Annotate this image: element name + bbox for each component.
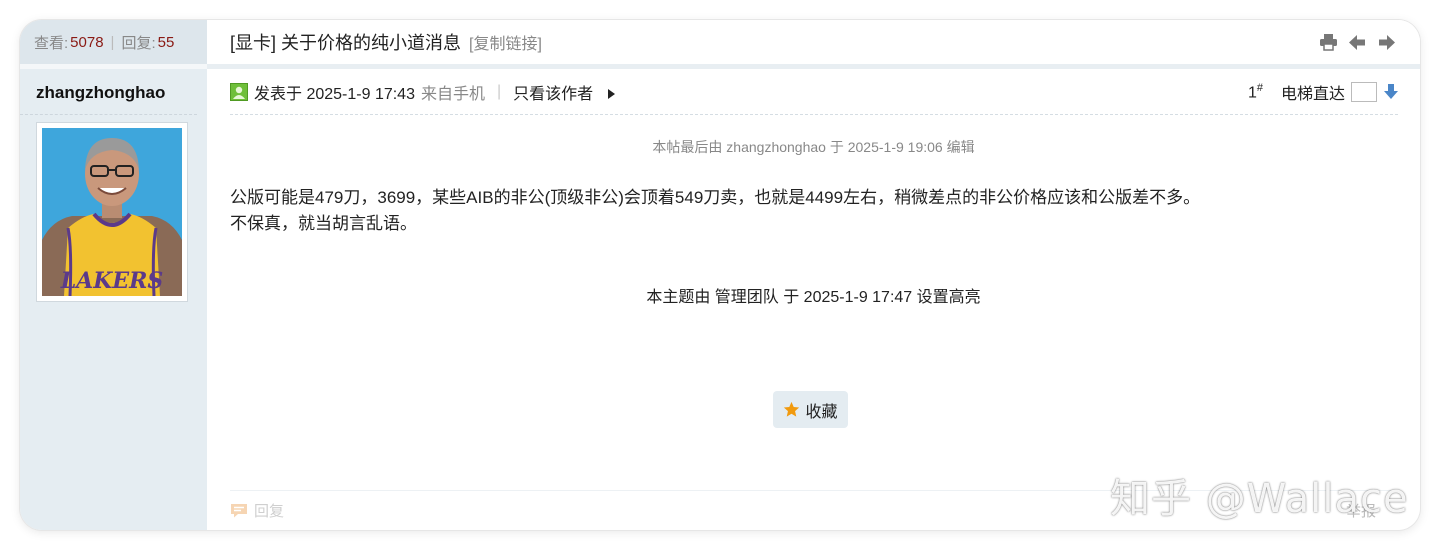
post-card: 查看: 5078 | 回复: 55 zhangzhonghao LAKERS [… <box>20 20 1420 530</box>
copy-link-button[interactable]: [复制链接] <box>469 30 542 54</box>
header-separator: | <box>497 82 502 100</box>
author-sidebar: 查看: 5078 | 回复: 55 zhangzhonghao LAKERS <box>20 20 207 530</box>
views-count: 5078 <box>70 33 104 51</box>
reply-button[interactable]: 回复 <box>230 500 284 521</box>
stats-separator: | <box>110 33 115 51</box>
watermark: 知乎 @Wallace <box>1110 476 1409 522</box>
prev-arrow-icon[interactable] <box>1348 34 1367 51</box>
from-mobile-label: 来自手机 <box>420 85 485 103</box>
thread-title-bar: [显卡] 关于价格的纯小道消息 [复制链接] <box>207 20 1420 64</box>
star-icon <box>784 401 800 417</box>
post-line-2: 不保真，就当胡言乱语。 <box>230 214 417 233</box>
replies-count: 55 <box>157 33 175 51</box>
highlight-note: 本主题由 管理团队 于 2025-1-9 17:47 设置高亮 <box>646 289 981 306</box>
print-icon[interactable] <box>1319 34 1338 51</box>
replies-label: 回复: <box>121 34 156 52</box>
thread-title: [显卡] 关于价格的纯小道消息 <box>230 33 462 53</box>
jump-floor-input[interactable] <box>1351 82 1377 102</box>
jump-label: 电梯直达 <box>1280 86 1345 103</box>
favorite-label: 收藏 <box>805 403 838 421</box>
thread-stats: 查看: 5078 | 回复: 55 <box>20 20 207 64</box>
favorite-button[interactable]: 收藏 <box>773 391 848 428</box>
next-arrow-icon[interactable] <box>1377 34 1396 51</box>
post-time: 发表于 2025-1-9 17:43 <box>254 85 415 103</box>
online-status-icon <box>230 82 248 101</box>
avatar[interactable]: LAKERS <box>36 122 188 302</box>
only-author-link[interactable]: 只看该作者 <box>513 80 615 104</box>
title-actions <box>1319 34 1396 51</box>
author-name[interactable]: zhangzhonghao <box>20 69 197 115</box>
post-line-1: 公版可能是479刀，3699，某些AIB的非公(顶级非公)会顶着549刀卖，也就… <box>230 188 1201 207</box>
reply-icon <box>231 504 247 518</box>
edit-note: 本帖最后由 zhangzhonghao 于 2025-1-9 19:06 编辑 <box>652 139 975 155</box>
avatar-image: LAKERS <box>42 128 182 296</box>
post-main: [显卡] 关于价格的纯小道消息 [复制链接] 发表于 2025-1-9 17:4… <box>207 20 1420 530</box>
svg-text:LAKERS: LAKERS <box>60 268 164 294</box>
reply-label: 回复 <box>254 503 285 520</box>
down-arrow-icon[interactable] <box>1384 84 1398 100</box>
triangle-right-icon <box>607 88 615 99</box>
only-author-label: 只看该作者 <box>513 85 594 103</box>
floor-number: 1# <box>1247 81 1263 102</box>
views-label: 查看: <box>34 34 69 52</box>
floor-nav: 1# 电梯直达 <box>1248 69 1398 115</box>
post-header: 发表于 2025-1-9 17:43 来自手机 | 只看该作者 1# 电梯直达 <box>230 69 1398 115</box>
post-content: 公版可能是479刀，3699，某些AIB的非公(顶级非公)会顶着549刀卖，也就… <box>230 185 1420 237</box>
